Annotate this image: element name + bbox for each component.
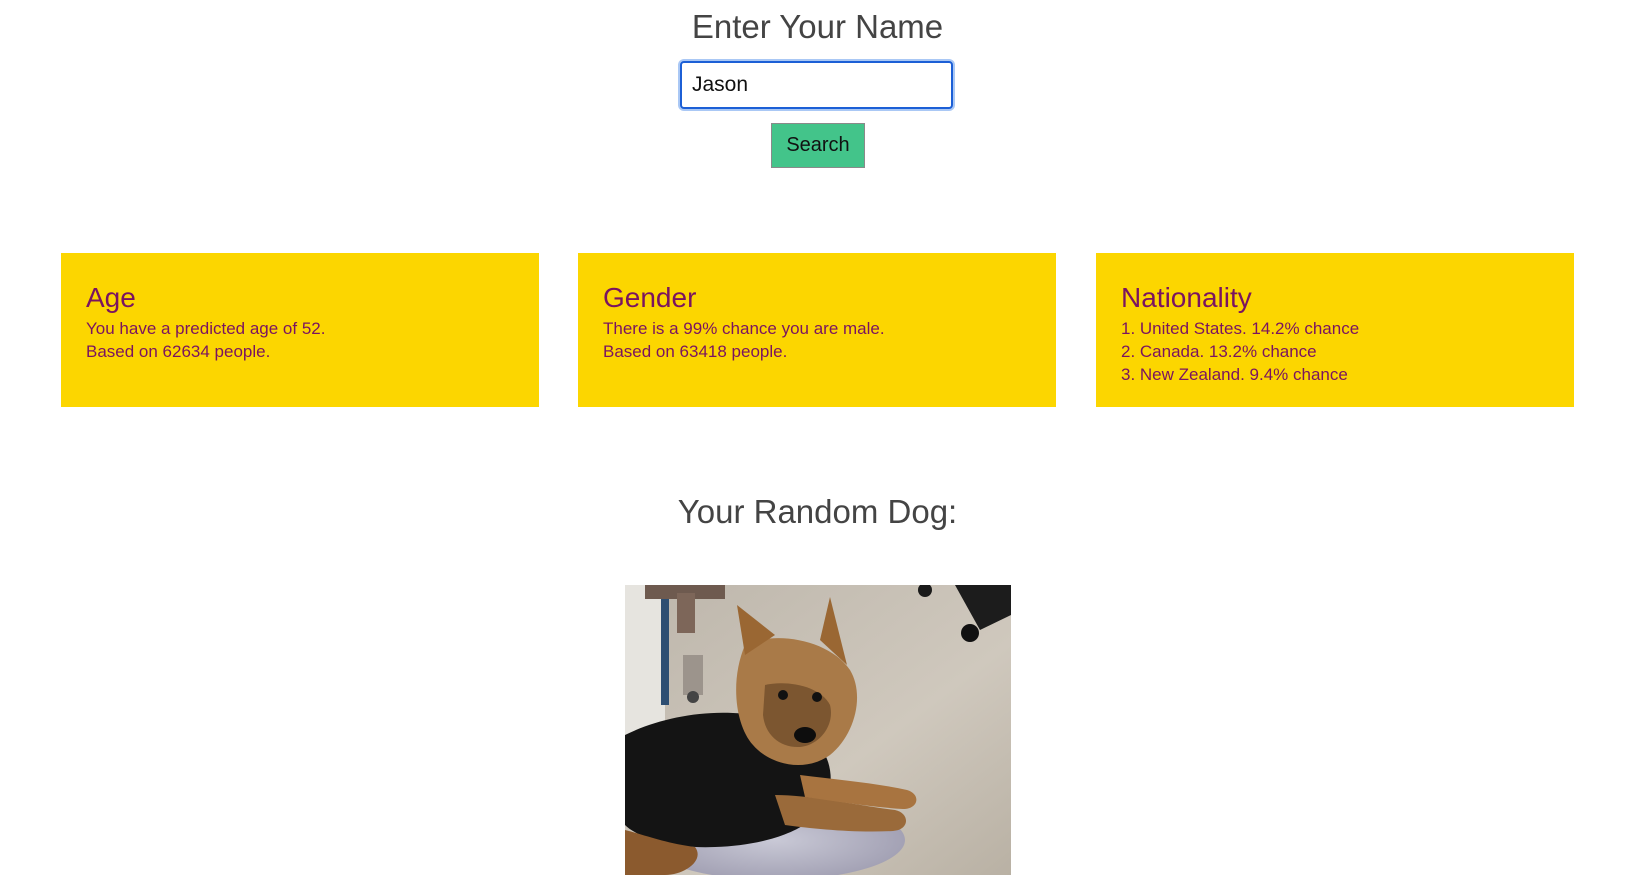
page-title: Enter Your Name <box>691 8 944 45</box>
nationality-item-1: 1. United States. 14.2% chance <box>1121 319 1360 338</box>
nationality-heading: Nationality <box>1121 282 1252 313</box>
dog-section-title: Your Random Dog: <box>677 493 958 530</box>
dog-photo <box>625 585 1011 875</box>
page: Enter Your Name Search Age You have a pr… <box>0 0 1635 876</box>
nationality-item-2: 2. Canada. 13.2% chance <box>1121 342 1317 361</box>
nationality-card: Nationality 1. United States. 14.2% chan… <box>1096 253 1574 407</box>
age-card: Age You have a predicted age of 52. Base… <box>61 253 539 407</box>
search-button[interactable]: Search <box>771 123 865 168</box>
gender-card: Gender There is a 99% chance you are mal… <box>578 253 1056 407</box>
gender-sample-text: Based on 63418 people. <box>603 342 788 361</box>
gender-prediction-text: There is a 99% chance you are male. <box>603 319 885 338</box>
name-input[interactable] <box>680 61 953 109</box>
age-heading: Age <box>86 282 136 313</box>
nationality-item-3: 3. New Zealand. 9.4% chance <box>1121 365 1348 384</box>
age-sample-text: Based on 62634 people. <box>86 342 271 361</box>
age-prediction-text: You have a predicted age of 52. <box>86 319 326 338</box>
gender-heading: Gender <box>603 282 697 313</box>
